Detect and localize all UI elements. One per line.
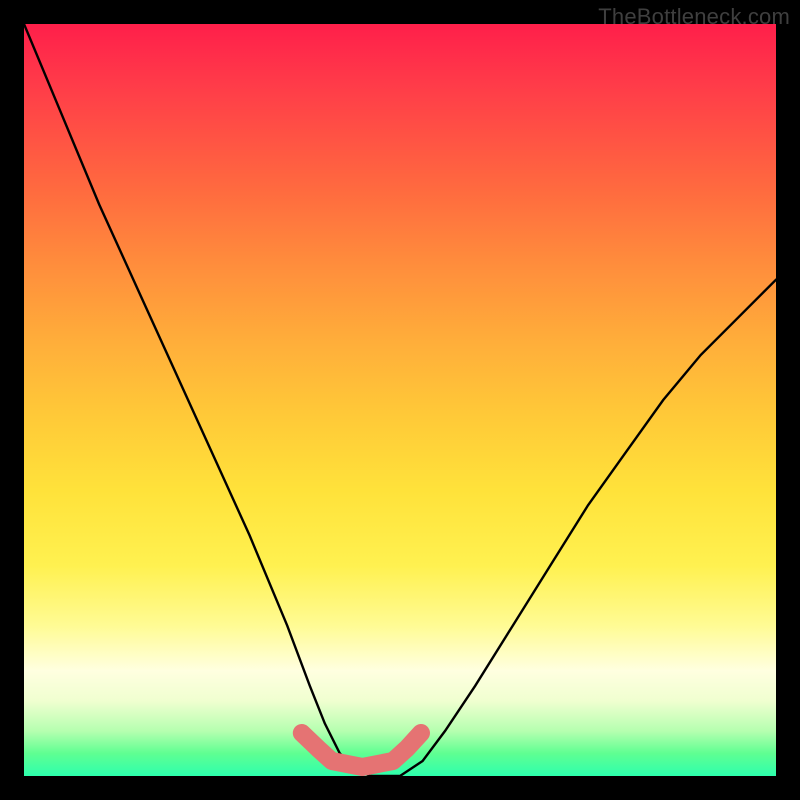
bottleneck-curve <box>24 24 776 776</box>
flat-region-marker <box>302 733 421 767</box>
watermark-text: TheBottleneck.com <box>598 4 790 30</box>
chart-svg <box>24 24 776 776</box>
chart-plot-area <box>24 24 776 776</box>
